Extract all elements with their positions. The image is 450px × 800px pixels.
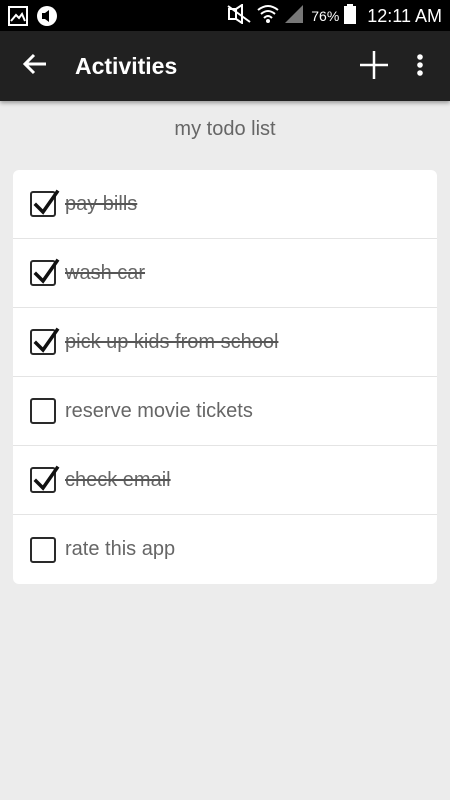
page-title: Activities [75,53,178,79]
todo-item-label: rate this app [65,538,176,560]
todo-item[interactable]: pay bills [13,170,437,239]
status-time: 12:11 AM [367,5,442,26]
checkbox-unchecked[interactable] [30,536,56,563]
overflow-menu-button[interactable] [406,49,434,85]
todo-item-label: check email [65,468,171,491]
todo-item-label: pick up kids from school [65,330,279,353]
plus-icon [358,49,390,86]
mute-icon [226,2,252,29]
battery-icon [344,3,357,29]
wifi-icon [257,4,279,29]
gallery-icon [8,6,28,31]
battery-percent: 76% [311,8,340,24]
add-activity-button[interactable] [356,49,392,85]
signal-icon [284,4,304,29]
checkbox-checked[interactable] [30,258,60,286]
status-notifications [8,5,58,32]
todo-item-label: wash car [65,261,146,284]
checkbox-checked[interactable] [30,327,60,355]
todo-item[interactable]: rate this app [13,515,437,584]
list-title: my todo list [174,118,276,140]
todo-item[interactable]: pick up kids from school [13,308,437,377]
back-arrow-icon [22,53,48,80]
checkbox-unchecked[interactable] [30,398,56,424]
todo-item[interactable]: reserve movie tickets [13,377,437,446]
more-vertical-icon [416,53,424,82]
status-indicators: 76% 12:11 AM [226,2,442,29]
todo-item-label: pay bills [65,192,138,215]
status-bar: 76% 12:11 AM [0,0,450,31]
checkbox-checked[interactable] [30,465,60,493]
app-bar: Activities [0,31,450,101]
todo-list: pay bills wash car pick up kids from schoo… [13,170,437,584]
todo-item[interactable]: wash car [13,239,437,308]
back-button[interactable] [18,51,52,81]
volume-muted-icon [36,5,58,32]
checkbox-checked[interactable] [30,189,60,217]
todo-item[interactable]: check email [13,446,437,515]
todo-item-label: reserve movie tickets [65,399,253,422]
